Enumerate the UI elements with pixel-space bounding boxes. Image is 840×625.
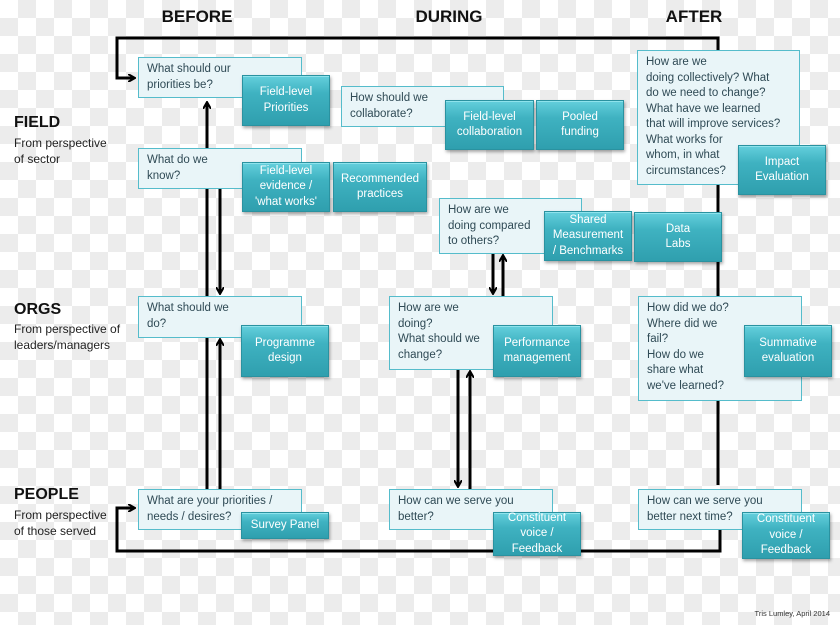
row-title-orgs: ORGS — [14, 301, 62, 318]
tool-field-level-evidence: Field-level evidence / 'what works' — [242, 162, 330, 212]
tool-shared-measurement: Shared Measurement / Benchmarks — [544, 211, 632, 261]
row-sub-field: From perspective of sector — [14, 136, 107, 166]
tool-performance-management: Performance management — [493, 325, 581, 377]
tool-programme-design: Programme design — [241, 325, 329, 377]
tool-field-level-collaboration: Field-level collaboration — [445, 100, 534, 150]
tool-constituent-voice-after: Constituent voice / Feedback — [742, 512, 830, 559]
tool-impact-evaluation: Impact Evaluation — [738, 145, 826, 195]
tool-field-level-priorities: Field-level Priorities — [242, 75, 330, 126]
header-after: AFTER — [665, 7, 723, 26]
tool-data-labs: Data Labs — [634, 212, 722, 262]
row-title-people: PEOPLE — [14, 486, 79, 503]
row-sub-people: From perspective of those served — [14, 508, 107, 538]
row-title-field: FIELD — [14, 114, 61, 131]
tool-pooled-funding: Pooled funding — [536, 100, 624, 150]
tool-summative-evaluation: Summative evaluation — [744, 325, 832, 377]
header-before: BEFORE — [161, 7, 233, 26]
header-during: DURING — [415, 7, 483, 26]
row-sub-orgs: From perspective of leaders/managers — [14, 322, 121, 352]
tool-recommended-practices: Recommended practices — [333, 162, 427, 212]
tool-constituent-voice-during: Constituent voice / Feedback — [493, 512, 581, 556]
tool-survey-panel: Survey Panel — [241, 512, 329, 539]
author-credit: Tris Lumley, April 2014 — [754, 609, 830, 618]
